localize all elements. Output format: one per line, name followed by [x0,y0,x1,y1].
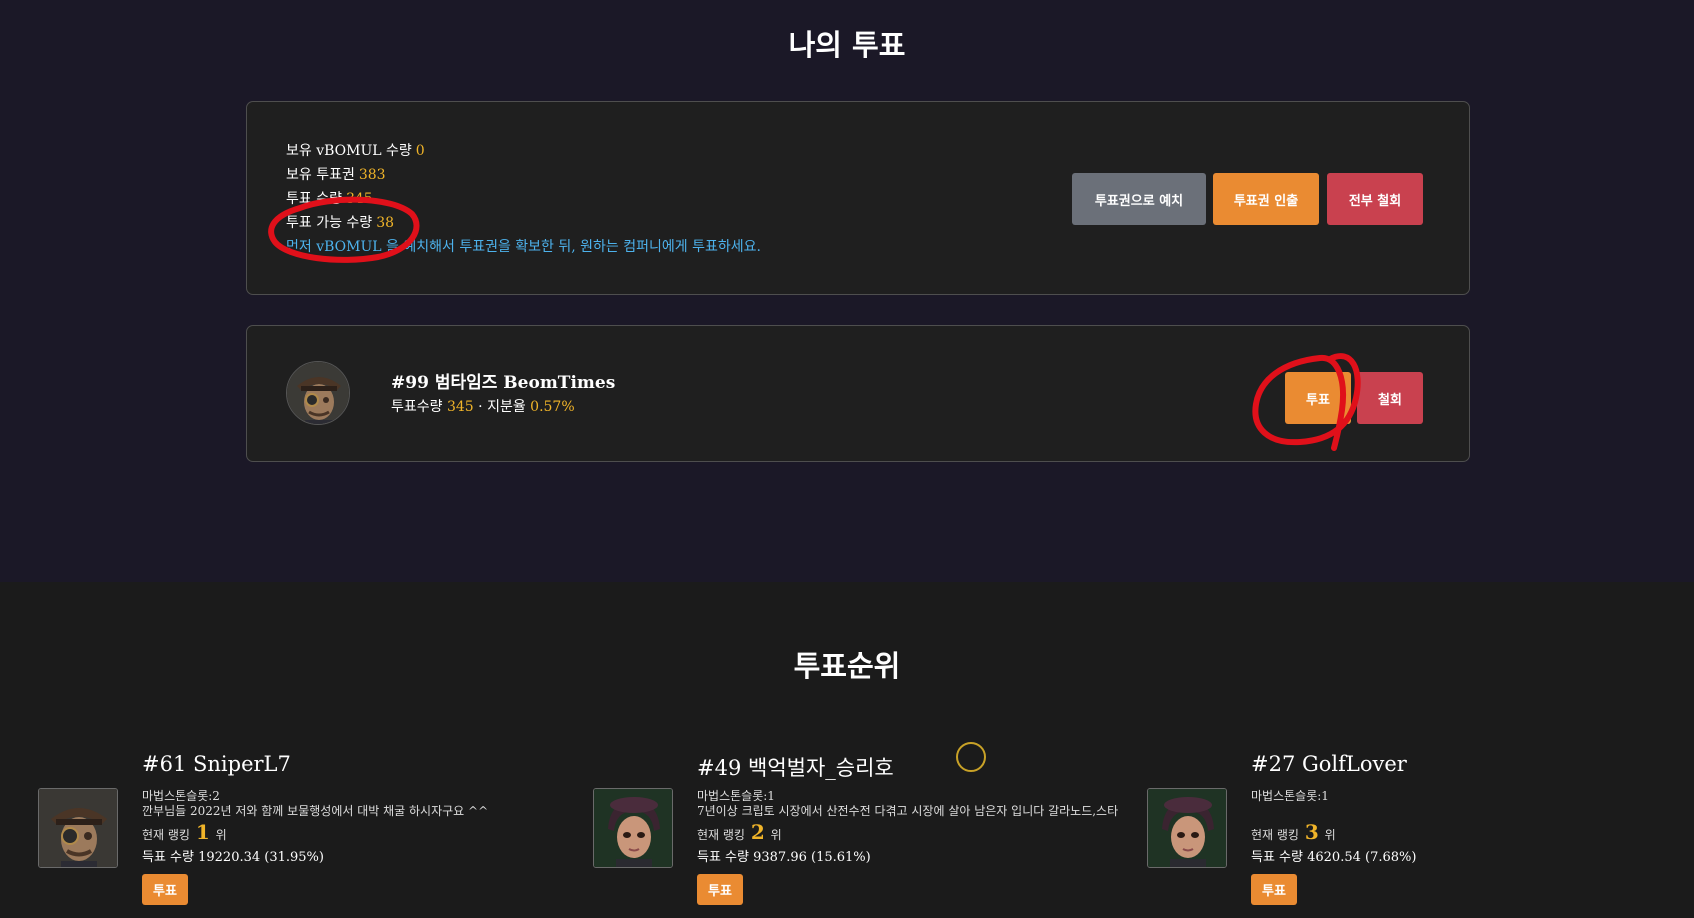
share-label: 지분율 [487,399,526,415]
vote-button[interactable]: 투표 [697,874,743,905]
withdraw-button[interactable]: 투표권 인출 [1213,173,1319,225]
ranking-item: #27 GolfLover 마법스톤슬롯:1 현재 랭킹 3 위 득표 수량 4… [1147,752,1687,912]
rank-prefix: 현재 랭킹 [1251,828,1299,842]
voted-company-card: #99 범타임즈 BeomTimes 투표수량 345 · 지분율 0.57% … [246,325,1470,462]
received-votes: 득표 수량 9387.96 (15.61%) [697,850,871,865]
stat-label: 투표 수량 [286,191,342,207]
ranking-item: #61 SniperL7 마법스톤슬롯:2 깐부님들 2022년 저와 함께 보… [38,752,578,912]
vote-summary-card: 보유 vBOMUL 수량 0 보유 투표권 383 투표 수량 345 투표 가능 수… [246,101,1470,295]
rank-suffix: 위 [770,828,782,842]
girl-portrait-icon [594,789,672,867]
ranking-company-name: #49 백억벌자_승리호 [697,756,894,780]
votes-label: 투표수량 [391,399,443,415]
revoke-button[interactable]: 철회 [1357,372,1423,424]
company-avatar [38,788,118,868]
ranking-company-name: #61 SniperL7 [142,752,291,776]
rank-suffix: 위 [1324,828,1336,842]
stat-label: 보유 투표권 [286,167,355,183]
current-rank: 현재 랭킹 1 위 [142,820,227,844]
revoke-all-button[interactable]: 전부 철회 [1327,173,1423,225]
my-vote-title: 나의 투표 [788,28,906,62]
rank-prefix: 현재 랭킹 [697,828,745,842]
rank-number: 2 [750,820,765,844]
ranking-title: 투표순위 [793,649,901,683]
company-avatar [286,361,350,425]
rank-number: 3 [1304,820,1319,844]
company-description: 깐부님들 2022년 저와 함께 보물행성에서 대박 채굴 하시자구요 ^^ [142,804,489,818]
girl-portrait-icon [1148,789,1226,867]
stat-vote-tickets: 보유 투표권 383 [286,164,386,184]
company-avatar [593,788,673,868]
steampunk-portrait-icon [39,789,117,867]
stat-value: 0 [415,143,425,159]
rank-number: 1 [195,820,210,844]
steampunk-portrait-icon [287,362,349,424]
company-meta: 투표수량 345 · 지분율 0.57% [391,396,575,416]
current-rank: 현재 랭킹 2 위 [697,820,782,844]
stat-votes-cast: 투표 수량 345 [286,188,373,208]
rank-prefix: 현재 랭킹 [142,828,190,842]
vote-button[interactable]: 투표 [1251,874,1297,905]
current-rank: 현재 랭킹 3 위 [1251,820,1336,844]
stat-label: 투표 가능 수량 [286,215,373,231]
stat-value: 345 [345,191,373,207]
magic-stone-slot: 마법스톤슬롯:1 [1251,789,1329,803]
deposit-instruction: 먼저 vBOMUL 을 예치해서 투표권을 확보한 뒤, 원하는 컴퍼니에게 투… [286,239,761,255]
ranking-item: #49 백억벌자_승리호 마법스톤슬롯:1 7년이상 크립토 시장에서 산전수전… [593,752,1133,912]
stat-vbomul: 보유 vBOMUL 수량 0 [286,140,425,160]
company-description: 7년이상 크립토 시장에서 산전수전 다겪고 시장에 살아 남은자 입니다 갈라… [697,804,1119,818]
received-votes: 득표 수량 4620.54 (7.68%) [1251,850,1417,865]
rank-suffix: 위 [215,828,227,842]
vote-button[interactable]: 투표 [1285,372,1351,424]
company-name: #99 범타임즈 BeomTimes [391,373,616,393]
stat-value: 38 [376,215,395,231]
stat-value: 383 [358,167,386,183]
votes-value: 345 [446,399,474,415]
ranking-company-name: #27 GolfLover [1251,752,1407,776]
stat-votes-available: 투표 가능 수량 38 [286,212,394,232]
received-votes: 득표 수량 19220.34 (31.95%) [142,850,324,865]
stat-label: 보유 vBOMUL 수량 [286,143,412,159]
company-avatar [1147,788,1227,868]
my-vote-section: 나의 투표 보유 vBOMUL 수량 0 보유 투표권 383 투표 수량 345 투… [0,0,1694,582]
vote-button[interactable]: 투표 [142,874,188,905]
share-value: 0.57% [530,399,575,415]
deposit-button[interactable]: 투표권으로 예치 [1072,173,1206,225]
separator: · [478,399,483,415]
